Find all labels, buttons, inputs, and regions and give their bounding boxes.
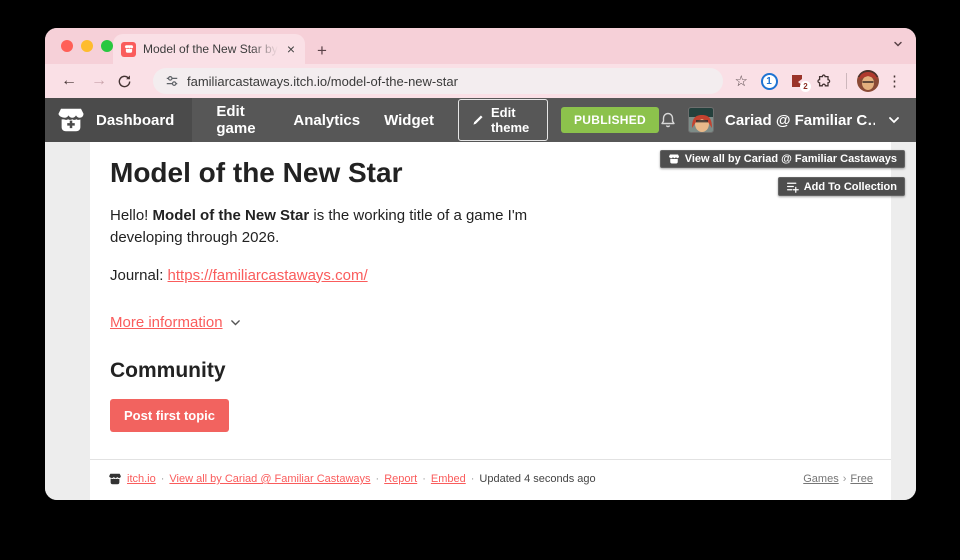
tab-close-icon[interactable]: × [285,42,297,56]
footer-report-link[interactable]: Report [384,473,417,485]
itchio-logo-icon[interactable] [56,105,86,135]
toolbar-divider [846,73,847,89]
url-text: familiarcastaways.itch.io/model-of-the-n… [187,74,458,89]
desktop-background: Model of the New Star by Car × + ← → fam… [0,0,960,560]
forward-button[interactable]: → [87,73,111,89]
footer-embed-link[interactable]: Embed [431,473,466,485]
footer-separator: · [161,473,165,485]
footer-free-link[interactable]: Free [850,473,873,485]
community-heading: Community [110,359,871,383]
tab-search-chevron-icon[interactable] [892,38,904,50]
user-avatar[interactable] [688,107,714,133]
nav-item-dashboard[interactable]: Dashboard [96,112,174,129]
tab-strip: Model of the New Star by Car × + [45,28,916,64]
more-info-chevron-icon [229,316,242,329]
onepassword-extension-icon[interactable]: 1 [758,73,780,90]
nav-item-analytics[interactable]: Analytics [293,112,360,129]
browser-toolbar: ← → familiarcastaways.itch.io/model-of-t… [45,64,916,98]
footer-games-link[interactable]: Games [803,473,838,485]
footer-separator: · [471,473,475,485]
itchio-favicon-icon [121,42,136,57]
post-first-topic-button[interactable]: Post first topic [110,399,229,432]
extension-with-badge-icon[interactable]: 2 [786,73,808,89]
user-menu-chevron-icon[interactable] [886,112,902,128]
nav-item-edit-game[interactable]: Edit game [216,103,269,137]
browser-window: Model of the New Star by Car × + ← → fam… [45,28,916,500]
intro-paragraph: Hello! Model of the New Star is the work… [110,205,555,249]
footer-updated-text: Updated 4 seconds ago [479,473,595,485]
username-label[interactable]: Cariad @ Familiar C… [725,112,875,129]
itchio-navbar: Dashboard Edit game Analytics Widget Edi… [45,98,916,142]
minimize-window-button[interactable] [81,40,93,52]
add-to-collection-button[interactable]: Add To Collection [778,177,905,196]
browser-profile-avatar[interactable] [857,70,879,92]
floating-buttons: View all by Cariad @ Familiar Castaways … [660,150,905,196]
footer-itchio-logo-icon [108,472,122,486]
footer-itchio-link[interactable]: itch.io [127,473,156,485]
extensions-puzzle-icon[interactable] [814,73,836,89]
brush-icon [471,114,484,127]
more-information-row[interactable]: More information [110,314,871,331]
intro-bold-title: Model of the New Star [153,207,310,224]
more-information-link[interactable]: More information [110,314,223,331]
new-tab-button[interactable]: + [317,42,327,59]
tab-title: Model of the New Star by Car [143,42,278,56]
page-content-area: View all by Cariad @ Familiar Castaways … [45,142,916,500]
address-bar[interactable]: familiarcastaways.itch.io/model-of-the-n… [153,68,723,94]
close-window-button[interactable] [61,40,73,52]
published-status-badge[interactable]: PUBLISHED [561,107,659,133]
notifications-bell-icon[interactable] [659,111,677,129]
zoom-window-button[interactable] [101,40,113,52]
extension-badge: 2 [800,81,811,92]
bookmark-star-icon[interactable]: ☆ [735,72,748,90]
reload-button[interactable] [117,74,141,89]
journal-line: Journal: https://familiarcastaways.com/ [110,267,871,284]
page-footer: itch.io · View all by Cariad @ Familiar … [90,459,891,500]
browser-tab[interactable]: Model of the New Star by Car × [113,34,305,64]
window-controls [61,40,113,52]
nav-dashboard-segment[interactable]: Dashboard [45,98,192,142]
view-all-button[interactable]: View all by Cariad @ Familiar Castaways [660,150,905,168]
edit-theme-button[interactable]: Edit theme [458,99,548,141]
site-settings-icon[interactable] [165,74,179,88]
footer-view-all-link[interactable]: View all by Cariad @ Familiar Castaways [169,473,370,485]
journal-label: Journal: [110,267,168,284]
journal-link[interactable]: https://familiarcastaways.com/ [168,267,368,284]
browser-menu-kebab-icon[interactable]: ⋮ [885,72,904,90]
breadcrumb-separator: › [843,473,847,485]
footer-separator: · [422,473,426,485]
footer-separator: · [376,473,380,485]
nav-user-area: Cariad @ Familiar C… [659,107,916,133]
back-button[interactable]: ← [57,73,81,89]
nav-item-widget[interactable]: Widget [384,112,434,129]
footer-breadcrumb: Games › Free [803,473,873,485]
